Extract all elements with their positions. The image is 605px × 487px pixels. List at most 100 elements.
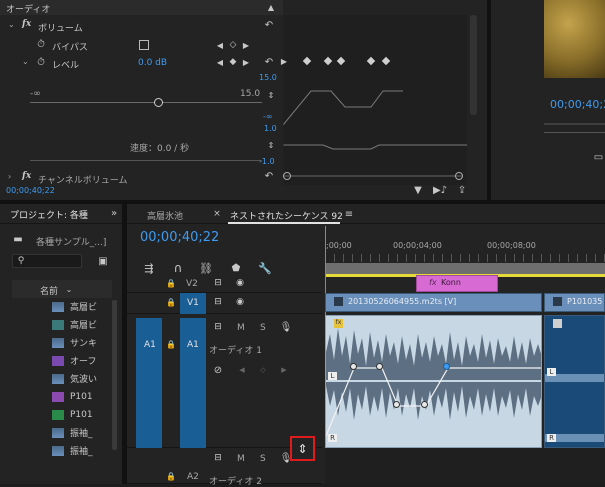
linked-selection-icon[interactable]: ⛓ xyxy=(199,261,213,275)
more-panels-icon[interactable]: » xyxy=(108,207,120,219)
snap-magnet-icon[interactable]: ∩ xyxy=(171,261,185,275)
lock-icon[interactable]: 🔒 xyxy=(166,471,176,481)
list-item[interactable]: 高層ビ xyxy=(52,316,97,333)
graph-mid-label: -∞ xyxy=(263,112,273,121)
close-tab-icon[interactable]: × xyxy=(212,209,222,219)
expand-chevron-icon[interactable]: › xyxy=(8,172,11,181)
solo-button[interactable]: S xyxy=(260,454,266,464)
level-slider-track[interactable] xyxy=(30,102,262,103)
voiceover-mic-icon[interactable]: 🎙 xyxy=(280,321,293,333)
bypass-checkbox[interactable] xyxy=(139,40,149,50)
add-keyframe-icon[interactable]: ◇ xyxy=(228,40,238,50)
track-label-a2[interactable]: A2 xyxy=(187,472,199,482)
keyframe-marker[interactable] xyxy=(350,363,357,370)
add-keyframe-icon[interactable]: ◆ xyxy=(228,57,238,67)
fx-icon: fx xyxy=(22,171,32,181)
collapse-icon[interactable]: ▲ xyxy=(266,2,276,12)
clip-icon xyxy=(52,337,64,348)
tab-active[interactable]: ネストされたシーケンス 92 xyxy=(230,209,343,222)
preview-scrubber[interactable] xyxy=(544,123,605,125)
sync-lock-icon[interactable]: ⊟ xyxy=(212,278,224,288)
tab-menu-icon[interactable]: ≡ xyxy=(343,208,355,220)
list-item[interactable]: 気波い xyxy=(52,370,97,387)
playhead-marker-icon[interactable]: ▶ xyxy=(280,56,288,66)
project-scrollbar[interactable] xyxy=(112,300,117,450)
new-bin-icon[interactable]: ▣ xyxy=(96,255,110,267)
track-header-v1 xyxy=(127,293,322,314)
a2-empty-track[interactable] xyxy=(325,448,605,484)
keyframe-marker-selected[interactable] xyxy=(443,363,450,370)
video-clip-2[interactable]: P101035 xyxy=(544,293,605,312)
sync-lock-icon[interactable]: ⊟ xyxy=(212,322,224,332)
eye-hidden-icon[interactable]: ◉ xyxy=(234,278,246,288)
settings-wrench-icon[interactable]: 🔧 xyxy=(258,261,272,275)
add-keyframe-icon[interactable]: ◇ xyxy=(258,365,268,375)
list-item[interactable]: P101 xyxy=(52,388,93,405)
stopwatch-icon[interactable]: ⏱ xyxy=(36,39,46,50)
list-item[interactable]: 振袖_ xyxy=(52,424,93,441)
vertical-scrollbar[interactable] xyxy=(470,15,477,115)
expand-chevron-icon[interactable]: ⌄ xyxy=(8,20,15,29)
timeline-timecode[interactable]: 00;00;40;22 xyxy=(140,230,219,245)
prev-keyframe-icon[interactable]: ◀ xyxy=(216,40,224,50)
eye-icon[interactable]: ◉ xyxy=(234,297,246,307)
keyframe-marker[interactable] xyxy=(421,401,428,408)
track-height-resize-handle[interactable]: ⇕ xyxy=(290,436,315,461)
prev-keyframe-icon[interactable]: ◀ xyxy=(216,57,224,67)
sort-chevron-icon[interactable]: ⌄ xyxy=(64,284,74,294)
list-item[interactable]: 振袖_ xyxy=(52,442,93,459)
next-keyframe-icon[interactable]: ▶ xyxy=(280,365,288,375)
level-chevron-icon[interactable]: ⌄ xyxy=(22,57,29,66)
mute-button[interactable]: M xyxy=(237,323,245,333)
tab-inactive[interactable]: 高層氷池 xyxy=(147,209,183,222)
reset-icon[interactable]: ↶ xyxy=(262,19,276,31)
solo-icon[interactable]: ▶♪ xyxy=(433,184,447,196)
reset-icon[interactable]: ↶ xyxy=(262,56,276,68)
lock-icon[interactable]: 🔒 xyxy=(166,297,176,307)
fullscreen-icon[interactable]: ▭ xyxy=(592,152,605,163)
lock-icon[interactable]: 🔒 xyxy=(166,339,176,349)
audio-clip[interactable]: fx L R xyxy=(325,315,542,448)
list-item[interactable]: サンキ xyxy=(52,334,97,351)
track-label-v2[interactable]: V2 xyxy=(186,279,198,289)
lock-icon[interactable]: 🔒 xyxy=(166,278,176,288)
list-item[interactable]: オーフ xyxy=(52,352,96,369)
next-keyframe-icon[interactable]: ▶ xyxy=(242,57,250,67)
level-value[interactable]: 0.0 dB xyxy=(138,58,167,68)
graph-top-label: 15.0 xyxy=(259,73,277,82)
clip-icon xyxy=(52,427,64,438)
stopwatch-active-icon[interactable]: ⏱ xyxy=(36,57,46,68)
reset-icon[interactable]: ↶ xyxy=(262,170,276,182)
sync-lock-icon[interactable]: ⊟ xyxy=(212,453,224,463)
add-marker-icon[interactable]: ⬟ xyxy=(229,261,243,275)
graph-scrollbar[interactable] xyxy=(283,172,467,180)
folder-icon[interactable]: ▬ xyxy=(11,234,25,245)
filter-icon[interactable]: ▼ xyxy=(412,184,424,196)
video-clip[interactable]: 20130526064955.m2ts [V] xyxy=(325,293,542,312)
export-icon[interactable]: ⇪ xyxy=(455,184,469,196)
nest-toggle-icon[interactable]: ⇶ xyxy=(142,261,156,275)
graph-vel-top-label: 1.0 xyxy=(264,124,277,133)
project-title[interactable]: プロジェクト: 各種 xyxy=(10,208,88,221)
track-target-a1[interactable] xyxy=(180,318,206,448)
next-keyframe-icon[interactable]: ▶ xyxy=(242,40,250,50)
list-item[interactable]: 高層ビ xyxy=(52,298,97,315)
keyframe-marker[interactable] xyxy=(376,363,383,370)
search-input[interactable]: ⚲ xyxy=(12,254,82,268)
mute-button[interactable]: M xyxy=(237,454,245,464)
fx-title-clip[interactable]: fx Konn xyxy=(416,275,498,292)
graph-scale-icon[interactable]: ⇕ xyxy=(266,140,276,150)
track-label-v1[interactable]: V1 xyxy=(187,298,199,308)
keyframe-marker[interactable] xyxy=(393,401,400,408)
column-name-header[interactable]: 名前 xyxy=(40,284,58,297)
prev-keyframe-icon[interactable]: ◀ xyxy=(238,365,246,375)
sync-lock-icon[interactable]: ⊟ xyxy=(212,297,224,307)
list-item[interactable]: P101 xyxy=(52,406,93,423)
keyframe-nav-icon[interactable]: ⊘ xyxy=(212,364,224,376)
source-patch-a1[interactable] xyxy=(136,318,162,448)
level-slider-thumb[interactable] xyxy=(154,98,163,107)
graph-scale-icon[interactable]: ⇕ xyxy=(266,90,276,100)
solo-button[interactable]: S xyxy=(260,323,266,333)
track-label-a1[interactable]: A1 xyxy=(187,340,199,350)
audio-clip-2[interactable]: L R xyxy=(544,315,605,448)
